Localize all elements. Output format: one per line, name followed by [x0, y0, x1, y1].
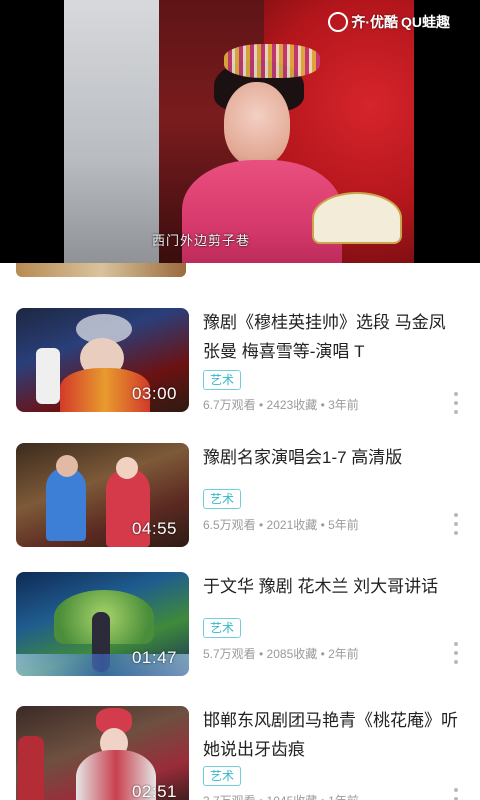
more-vertical-icon[interactable] — [452, 392, 460, 414]
category-tag[interactable]: 艺术 — [203, 766, 241, 786]
video-duration: 04:55 — [131, 519, 177, 538]
list-item[interactable]: 01:47 于文华 豫剧 花木兰 刘大哥讲话 艺术 5.7万观看 • 2085收… — [0, 554, 480, 676]
channel-logo: 齐·优酷 QU蛙趣 — [328, 12, 450, 32]
video-meta: 6.5万观看 • 2021收藏 • 5年前 — [203, 518, 359, 532]
video-duration: 01:47 — [131, 648, 177, 667]
video-title[interactable]: 豫剧名家演唱会1-7 高清版 — [203, 443, 465, 472]
logo-partner: QU蛙趣 — [401, 14, 450, 30]
logo-icon — [328, 12, 349, 32]
video-meta: 6.7万观看 • 2423收藏 • 3年前 — [203, 398, 359, 412]
category-tag[interactable]: 艺术 — [203, 618, 241, 638]
video-thumbnail[interactable]: 02:51 — [16, 706, 189, 800]
video-title[interactable]: 豫剧《穆桂英挂帅》选段 马金凤 张曼 梅喜雪等-演唱 T — [203, 308, 465, 366]
more-vertical-icon[interactable] — [452, 513, 460, 535]
performer-headdress — [224, 44, 320, 78]
category-tag[interactable]: 艺术 — [203, 489, 241, 509]
performer-face — [224, 82, 290, 166]
previous-video-thumbnail[interactable] — [16, 263, 186, 277]
video-title[interactable]: 于文华 豫剧 花木兰 刘大哥讲话 — [203, 572, 465, 601]
video-duration: 03:00 — [131, 384, 177, 403]
video-thumbnail[interactable]: 03:00 — [16, 308, 189, 412]
more-vertical-icon[interactable] — [452, 788, 460, 800]
list-item[interactable]: 03:00 豫剧《穆桂英挂帅》选段 马金凤 张曼 梅喜雪等-演唱 T 艺术 6.… — [0, 290, 480, 414]
more-vertical-icon[interactable] — [452, 642, 460, 664]
video-meta: 5.7万观看 • 2085收藏 • 2年前 — [203, 647, 359, 661]
list-item[interactable]: 04:55 豫剧名家演唱会1-7 高清版 艺术 6.5万观看 • 2021收藏 … — [0, 425, 480, 547]
category-tag[interactable]: 艺术 — [203, 370, 241, 390]
stage-fan — [312, 192, 402, 244]
video-player[interactable]: 西门外边剪子巷 齐·优酷 QU蛙趣 — [0, 0, 480, 263]
list-item[interactable]: 02:51 邯郸东风剧团马艳青《桃花庵》听她说出牙齿痕 艺术 3.7万观看 • … — [0, 688, 480, 800]
logo-main: 齐·优酷 — [351, 14, 398, 30]
video-background-left — [64, 0, 159, 263]
video-subtitle: 西门外边剪子巷 — [152, 233, 251, 248]
video-meta: 3.7万观看 • 1045收藏 • 1年前 — [203, 792, 359, 800]
video-thumbnail[interactable]: 01:47 — [16, 572, 189, 676]
video-frame[interactable]: 西门外边剪子巷 — [64, 0, 414, 263]
video-title[interactable]: 邯郸东风剧团马艳青《桃花庵》听她说出牙齿痕 — [203, 706, 465, 764]
video-thumbnail[interactable]: 04:55 — [16, 443, 189, 547]
video-duration: 02:51 — [131, 782, 177, 800]
